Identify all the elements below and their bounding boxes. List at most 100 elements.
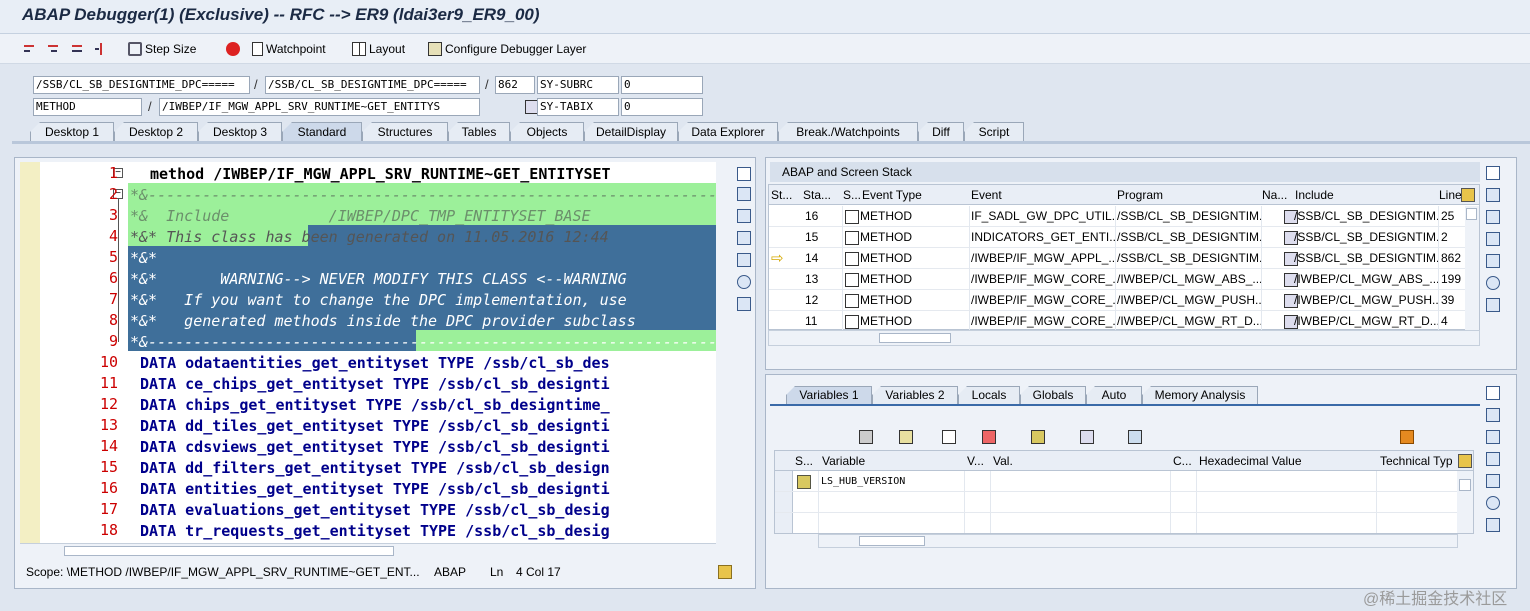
tab-structures[interactable]: Structures xyxy=(362,122,448,142)
tools-icon[interactable] xyxy=(1486,518,1500,532)
tab-variables-2[interactable]: Variables 2 xyxy=(872,386,958,405)
scroll-thumb[interactable] xyxy=(1459,479,1471,491)
tab-script[interactable]: Script xyxy=(964,122,1024,142)
tab-objects[interactable]: Objects xyxy=(510,122,584,142)
tab-detaildisplay[interactable]: DetailDisplay xyxy=(584,122,678,142)
col-header[interactable]: V... xyxy=(967,451,984,471)
tab-locals[interactable]: Locals xyxy=(958,386,1020,405)
save-icon[interactable] xyxy=(1399,430,1414,444)
scroll-icon[interactable] xyxy=(1486,232,1500,246)
tab-desktop-3[interactable]: Desktop 3 xyxy=(198,122,282,142)
table-row[interactable]: 15 METHOD INDICATORS_GET_ENTI... /SSB/CL… xyxy=(769,227,1479,248)
col-header[interactable]: Program xyxy=(1117,185,1163,205)
new-icon[interactable] xyxy=(737,187,751,201)
maximize-icon[interactable] xyxy=(1486,210,1500,224)
scroll-thumb[interactable] xyxy=(64,546,394,556)
col-header[interactable]: Variable xyxy=(822,451,865,471)
scroll-icon[interactable] xyxy=(1486,452,1500,466)
tab-standard[interactable]: Standard xyxy=(282,122,362,142)
tab-desktop-1[interactable]: Desktop 1 xyxy=(30,122,114,142)
scroll-thumb[interactable] xyxy=(879,333,951,343)
table-row[interactable]: 16 METHOD IF_SADL_GW_DPC_UTIL... /SSB/CL… xyxy=(769,206,1479,227)
tab-break-watchpoints[interactable]: Break./Watchpoints xyxy=(778,122,918,142)
sy-field-1-name[interactable]: SY-SUBRC xyxy=(537,76,619,94)
col-header[interactable]: S... xyxy=(795,451,813,471)
headset-icon[interactable] xyxy=(1486,496,1500,510)
variables-vertical-scrollbar[interactable] xyxy=(1457,471,1473,533)
table-icon[interactable] xyxy=(1128,430,1143,444)
col-header[interactable]: Event xyxy=(971,185,1002,205)
step-size-button[interactable]: Step Size xyxy=(128,40,196,58)
close-icon[interactable] xyxy=(737,167,751,181)
delete-icon[interactable] xyxy=(859,430,874,444)
tab-data-explorer[interactable]: Data Explorer xyxy=(678,122,778,142)
close-icon[interactable] xyxy=(1486,386,1500,400)
hierarchy-icon[interactable] xyxy=(1030,430,1045,444)
headset-icon[interactable] xyxy=(1486,276,1500,290)
sy-field-1-value[interactable]: 0 xyxy=(621,76,703,94)
notes-icon[interactable] xyxy=(718,565,732,579)
table-row[interactable]: 11 METHOD /IWBEP/IF_MGW_CORE_... /IWBEP/… xyxy=(769,311,1479,332)
maximize-icon[interactable] xyxy=(1486,430,1500,444)
swap-icon[interactable] xyxy=(1486,254,1500,268)
col-header[interactable]: Event Type xyxy=(862,185,922,205)
table-row[interactable]: LS_HUB_VERSION xyxy=(775,471,1473,492)
scroll-thumb[interactable] xyxy=(1466,208,1477,220)
table-row-current[interactable]: ⇨ 14 METHOD /IWBEP/IF_MGW_APPL_... /SSB/… xyxy=(769,248,1479,269)
navigate-icon[interactable] xyxy=(1080,430,1095,444)
stack-vertical-scrollbar[interactable] xyxy=(1465,206,1479,330)
tools-icon[interactable] xyxy=(1486,298,1500,312)
configure-debugger-layer-button[interactable]: Configure Debugger Layer xyxy=(428,40,586,58)
code-vertical-scrollbar[interactable] xyxy=(716,162,730,543)
execute-button[interactable] xyxy=(46,40,63,58)
details-icon[interactable] xyxy=(942,430,957,444)
tab-desktop-2[interactable]: Desktop 2 xyxy=(114,122,198,142)
scroll-thumb[interactable] xyxy=(859,536,925,546)
stop-button[interactable] xyxy=(226,40,243,58)
col-header[interactable]: Include xyxy=(1295,185,1334,205)
headset-icon[interactable] xyxy=(737,275,751,289)
event-field[interactable]: /IWBEP/IF_MGW_APPL_SRV_RUNTIME~GET_ENTIT… xyxy=(159,98,480,116)
col-header[interactable]: Technical Typ xyxy=(1380,451,1453,471)
sy-field-2-name[interactable]: SY-TABIX xyxy=(537,98,619,116)
import-icon[interactable] xyxy=(898,430,913,444)
col-header[interactable]: Line xyxy=(1439,185,1462,205)
sy-field-2-value[interactable]: 0 xyxy=(621,98,703,116)
program-field[interactable]: /SSB/CL_SB_DESIGNTIME_DPC===== xyxy=(33,76,250,94)
export-icon[interactable] xyxy=(982,430,997,444)
column-settings-icon[interactable] xyxy=(1458,454,1472,468)
tab-diff[interactable]: Diff xyxy=(918,122,964,142)
switch-icon[interactable] xyxy=(1486,188,1500,202)
return-button[interactable] xyxy=(70,40,87,58)
swap-icon[interactable] xyxy=(1486,474,1500,488)
col-header[interactable]: St... xyxy=(771,185,792,205)
col-header[interactable]: Sta... xyxy=(803,185,831,205)
continue-button[interactable] xyxy=(94,40,111,58)
variables-horizontal-scrollbar[interactable] xyxy=(818,534,1458,548)
table-row[interactable]: 12 METHOD /IWBEP/IF_MGW_CORE_... /IWBEP/… xyxy=(769,290,1479,311)
line-field[interactable]: 862 xyxy=(495,76,535,94)
layout-button[interactable]: Layout xyxy=(352,40,405,58)
source-code-editor[interactable]: − − 1 2 3 4 5 6 7 8 9 10 11 12 13 14 15 … xyxy=(20,162,716,543)
event-type-field[interactable]: METHOD xyxy=(33,98,142,116)
close-icon[interactable] xyxy=(1486,166,1500,180)
tools-icon[interactable] xyxy=(737,297,751,311)
col-header[interactable]: Na... xyxy=(1262,185,1287,205)
switch-icon[interactable] xyxy=(1486,408,1500,422)
col-header[interactable]: C... xyxy=(1173,451,1192,471)
switch-icon[interactable] xyxy=(737,209,751,223)
tab-tables[interactable]: Tables xyxy=(448,122,510,142)
tab-globals[interactable]: Globals xyxy=(1020,386,1086,405)
tab-memory-analysis[interactable]: Memory Analysis xyxy=(1142,386,1258,405)
swap-icon[interactable] xyxy=(737,253,751,267)
col-header[interactable]: S... xyxy=(843,185,861,205)
col-header[interactable]: Val. xyxy=(993,451,1013,471)
single-step-button[interactable] xyxy=(22,40,39,58)
tab-variables-1[interactable]: Variables 1 xyxy=(786,386,872,405)
maximize-icon[interactable] xyxy=(737,231,751,245)
tab-auto[interactable]: Auto xyxy=(1086,386,1142,405)
stack-horizontal-scrollbar[interactable] xyxy=(768,330,1480,346)
column-settings-icon[interactable] xyxy=(1461,188,1475,202)
breakpoint-gutter[interactable] xyxy=(20,162,40,543)
table-row[interactable] xyxy=(775,492,1473,513)
